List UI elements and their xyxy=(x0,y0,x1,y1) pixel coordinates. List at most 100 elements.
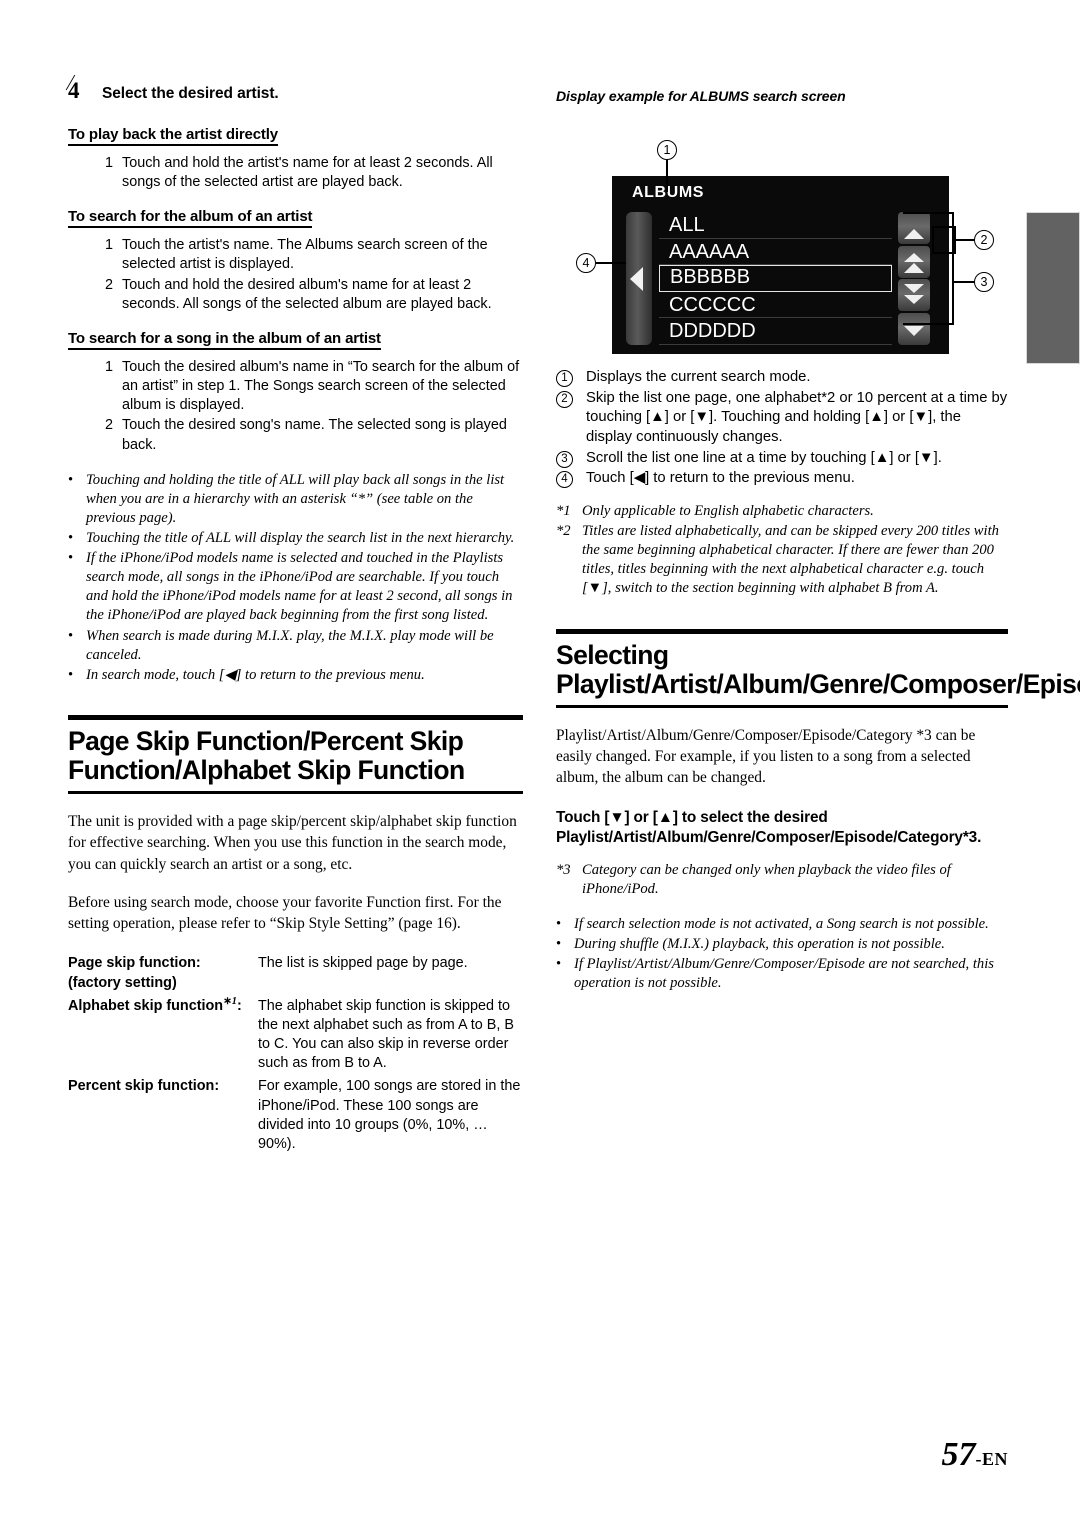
note-item: • If Playlist/Artist/Album/Genre/Compose… xyxy=(556,955,1008,993)
page-number-lang: -EN xyxy=(975,1449,1008,1469)
footnote-mark: *1 xyxy=(556,503,571,520)
note-item: • If search selection mode is not activa… xyxy=(556,915,1008,934)
procedure-number: 2 xyxy=(105,417,114,434)
callout-explanation-text: Touch [◀] to return to the previous menu… xyxy=(586,470,855,487)
section-heading: Selecting Playlist/Artist/Album/Genre/Co… xyxy=(556,639,1080,699)
section-rule-top xyxy=(556,628,1008,634)
display-example-caption: Display example for ALBUMS search screen xyxy=(556,88,846,104)
definition-term-line1: Page skip function: xyxy=(68,955,201,972)
note-text: In search mode, touch [◀] to return to t… xyxy=(86,666,425,683)
callout-explanation-number: 2 xyxy=(556,389,586,448)
bullet-icon: • xyxy=(68,550,74,567)
note-text: Touching the title of ALL will display t… xyxy=(86,530,515,547)
double-down-arrow-icon xyxy=(904,284,924,304)
bullet-icon: • xyxy=(556,935,562,952)
device-screen: ALBUMS ALL AAAAAA BBBBBB CCCCCC DDDDDD xyxy=(612,176,949,354)
definition-description: For example, 100 songs are stored in the… xyxy=(258,1078,521,1152)
definition-term-colon: : xyxy=(236,997,242,1014)
list-item[interactable]: AAAAAA xyxy=(659,239,892,266)
double-down-arrow-button[interactable] xyxy=(898,279,930,311)
procedure-list: 1 Touch and hold the artist's name for a… xyxy=(68,154,523,192)
footnote-text: Category can be changed only when playba… xyxy=(582,861,951,897)
procedure-text: Touch the artist's name. The Albums sear… xyxy=(122,237,488,273)
footnote-marker: ∗1 xyxy=(223,995,237,1007)
single-up-arrow-button[interactable] xyxy=(898,212,930,244)
note-text: Touching and holding the title of ALL wi… xyxy=(86,471,505,526)
note-item: • In search mode, touch [◀] to return to… xyxy=(68,666,523,685)
callout-3-leader xyxy=(952,281,975,283)
definition-row: Percent skip function: For example, 100 … xyxy=(68,1077,523,1154)
definition-term-label: Alphabet skip function xyxy=(68,997,224,1014)
callout-3: 3 xyxy=(974,272,994,292)
callout-circle: 3 xyxy=(556,450,573,468)
section-rule-bottom xyxy=(556,704,1008,708)
callout-explanation-text: Skip the list one page, one alphabet*2 o… xyxy=(586,389,1008,446)
callout-2-bracket xyxy=(954,226,956,254)
procedure-item: 1 Touch the desired album's name in “To … xyxy=(105,358,523,415)
note-text: During shuffle (M.I.X.) playback, this o… xyxy=(574,935,945,952)
note-item: • If the iPhone/iPod models name is sele… xyxy=(68,549,523,625)
note-item: • Touching and holding the title of ALL … xyxy=(68,471,523,528)
callout-1-leader xyxy=(666,160,668,192)
callout-3-bracket-bottom xyxy=(903,323,953,325)
procedure-item: 1 Touch and hold the artist's name for a… xyxy=(105,154,523,192)
step-title: Select the desired artist. xyxy=(102,85,279,102)
double-up-arrow-button[interactable] xyxy=(898,245,930,278)
callout-4: 4 xyxy=(576,253,596,273)
section-paragraph: Before using search mode, choose your fa… xyxy=(68,893,502,933)
definition-term: Page skip function: (factory setting) xyxy=(68,954,258,992)
section-paragraph: Playlist/Artist/Album/Genre/Composer/Epi… xyxy=(556,726,976,787)
footnote-3: *3 Category can be changed only when pla… xyxy=(556,861,1008,899)
procedure-item: 1 Touch the artist's name. The Albums se… xyxy=(105,236,523,274)
notes-list: • Touching and holding the title of ALL … xyxy=(68,471,523,685)
bullet-icon: • xyxy=(68,627,74,644)
step-heading: 4 Select the desired artist. xyxy=(68,78,523,104)
procedure-text: Touch and hold the desired album's name … xyxy=(122,276,492,312)
callout-2: 2 xyxy=(974,230,994,250)
callout-2-bracket-spine xyxy=(932,226,934,254)
list-item-selected[interactable]: BBBBBB xyxy=(659,265,892,292)
footnotes: *1 Only applicable to English alphabetic… xyxy=(556,502,1008,599)
footnote-text: Only applicable to English alphabetic ch… xyxy=(582,503,874,520)
callout-explanation-number: 4 xyxy=(556,469,586,489)
footnote-row: *3 Category can be changed only when pla… xyxy=(556,861,1008,899)
left-arrow-icon xyxy=(630,267,643,291)
list-item[interactable]: DDDDDD xyxy=(659,318,892,345)
display-example-figure: 1 4 2 3 ALBUMS ALL AAAAAA BBBBBB CCCCCC … xyxy=(556,112,1008,364)
callout-explanation-text: Scroll the list one line at a time by to… xyxy=(586,449,942,466)
single-down-arrow-button[interactable] xyxy=(898,312,930,345)
back-button[interactable] xyxy=(626,212,652,345)
step-number: 4 xyxy=(68,78,102,104)
list-item[interactable]: ALL xyxy=(659,212,892,239)
bullet-icon: • xyxy=(556,956,562,973)
callout-1: 1 xyxy=(657,140,677,160)
procedure-text: Touch the desired song's name. The selec… xyxy=(122,417,507,453)
skip-function-definitions: Page skip function: (factory setting) Th… xyxy=(68,954,523,1154)
right-column: Display example for ALBUMS search screen… xyxy=(556,88,1080,994)
callout-explanation-number: 1 xyxy=(556,368,586,388)
note-item: • When search is made during M.I.X. play… xyxy=(68,627,523,665)
definition-term: Alphabet skip function∗1: xyxy=(68,995,258,1074)
definition-row: Page skip function: (factory setting) Th… xyxy=(68,954,523,992)
screen-title: ALBUMS xyxy=(632,184,705,201)
procedure-text: Touch and hold the artist's name for at … xyxy=(122,155,493,191)
left-column: 4 Select the desired artist. To play bac… xyxy=(68,78,523,1158)
manual-page: 4 Select the desired artist. To play bac… xyxy=(0,0,1080,1526)
touch-instruction-heading: Touch [▼] or [▲] to select the desired P… xyxy=(556,808,982,846)
definition-description: The alphabet skip function is skipped to… xyxy=(258,997,514,1072)
section-page-skip: Page Skip Function/Percent Skip Function… xyxy=(68,714,523,795)
procedure-item: 2 Touch and hold the desired album's nam… xyxy=(105,276,523,314)
bullet-icon: • xyxy=(68,666,74,683)
callout-explanation-row: 2 Skip the list one page, one alphabet*2… xyxy=(556,389,1008,448)
subsection-play-back-artist: To play back the artist directly 1 Touch… xyxy=(68,126,523,192)
note-text: If Playlist/Artist/Album/Genre/Composer/… xyxy=(574,956,994,992)
section-heading: Page Skip Function/Percent Skip Function… xyxy=(68,725,465,786)
list-item[interactable]: CCCCCC xyxy=(659,292,892,319)
single-down-arrow-icon xyxy=(904,325,924,336)
callout-4-leader xyxy=(596,262,626,264)
procedure-number: 2 xyxy=(105,276,114,293)
procedure-number: 1 xyxy=(105,155,114,171)
callout-explanation-row: 4 Touch [◀] to return to the previous me… xyxy=(556,469,1008,489)
note-item: • During shuffle (M.I.X.) playback, this… xyxy=(556,935,1008,954)
album-list: ALL AAAAAA BBBBBB CCCCCC DDDDDD xyxy=(659,212,892,345)
